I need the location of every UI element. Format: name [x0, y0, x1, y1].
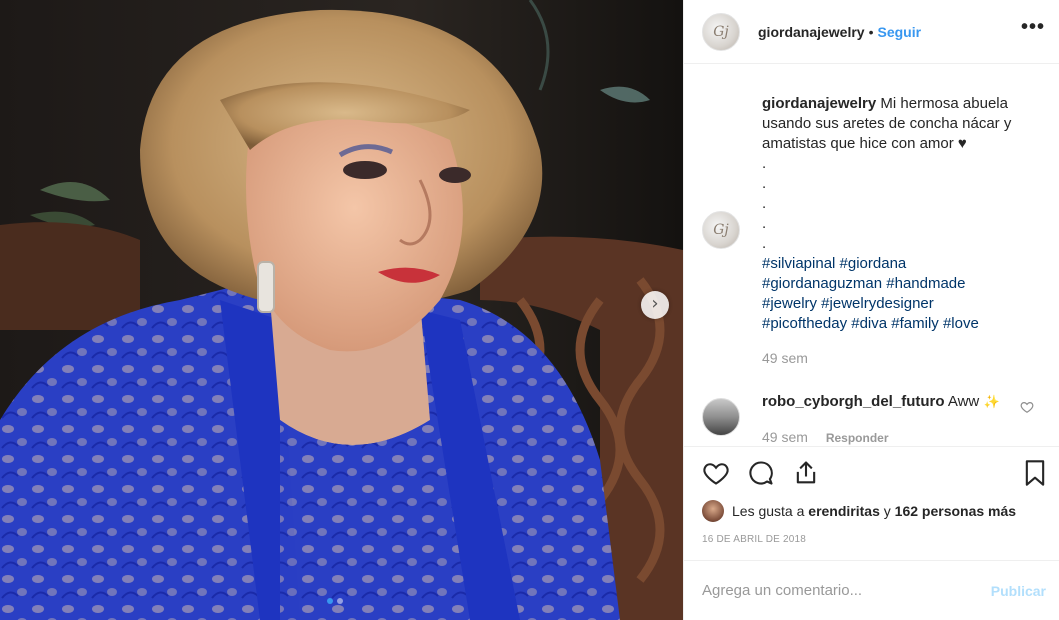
add-comment-bar: Agrega un comentario... Publicar	[684, 560, 1059, 620]
comments-section[interactable]: Gj giordanajewelry Mi hermosa abuela usa…	[684, 64, 1059, 446]
caption-timestamp: 49 sem	[762, 350, 808, 366]
post-details-panel: Gj giordanajewelry • Seguir ••• Gj giord…	[683, 0, 1059, 620]
reply-button[interactable]: Responder	[826, 431, 889, 445]
caption-username[interactable]: giordanajewelry	[762, 95, 876, 112]
comment-input[interactable]: Agrega un comentario...	[702, 582, 991, 599]
caption-dot: .	[762, 175, 767, 192]
carousel-dot	[337, 598, 343, 604]
caption-author-avatar[interactable]: Gj	[702, 211, 740, 249]
share-icon[interactable]	[792, 459, 820, 487]
save-bookmark-icon[interactable]	[1022, 459, 1048, 487]
carousel-next-button[interactable]: ›	[641, 291, 669, 319]
post-header: Gj giordanajewelry • Seguir •••	[684, 0, 1059, 64]
sparkles-icon: ✨	[983, 394, 1000, 409]
likes-connector: y	[883, 503, 891, 519]
likes-others-link[interactable]: 162 personas más	[895, 503, 1016, 519]
hashtags-line[interactable]: #jewelry #jewelrydesigner	[762, 294, 1042, 314]
hashtags-line[interactable]: #giordanaguzman #handmade	[762, 274, 1042, 294]
comment-meta: 49 sem Responder	[762, 429, 889, 445]
caption-dot: .	[762, 235, 767, 252]
likes-summary: Les gusta a erendiritas y 162 personas m…	[702, 500, 1016, 522]
post-date: 16 DE ABRIL DE 2018	[702, 534, 807, 545]
hashtags-line[interactable]: #silviapinal #giordana	[762, 254, 1042, 274]
comment: robo_cyborgh_del_futuro Aww ✨	[762, 393, 1000, 410]
carousel-indicator	[327, 598, 343, 604]
author-username[interactable]: giordanajewelry	[758, 24, 865, 40]
publish-button[interactable]: Publicar	[991, 583, 1046, 599]
comment-text: Aww	[947, 393, 980, 410]
follow-button[interactable]: Seguir	[878, 24, 922, 40]
author-avatar[interactable]: Gj	[702, 12, 740, 51]
liker-avatar[interactable]	[702, 500, 724, 522]
chevron-right-icon: ›	[651, 293, 659, 314]
action-bar	[684, 446, 1059, 500]
liker-username[interactable]: erendiritas	[808, 503, 880, 519]
post-caption: giordanajewelry Mi hermosa abuela usando…	[762, 94, 1042, 334]
caption-dot: .	[762, 155, 767, 172]
likes-prefix: Les gusta a	[732, 503, 805, 519]
caption-dot: .	[762, 215, 767, 232]
carousel-dot-active	[327, 598, 333, 604]
caption-dot: .	[762, 195, 767, 212]
comment-timestamp: 49 sem	[762, 429, 808, 445]
post-photo[interactable]: ›	[0, 0, 683, 620]
photo-woman-portrait	[0, 0, 683, 620]
like-comment-heart-icon[interactable]	[1020, 400, 1034, 414]
more-options-icon[interactable]: •••	[1021, 16, 1045, 39]
hashtags-line[interactable]: #picoftheday #diva #family #love	[762, 314, 1042, 334]
commenter-username[interactable]: robo_cyborgh_del_futuro	[762, 393, 945, 410]
comment-bubble-icon[interactable]	[747, 459, 775, 487]
commenter-avatar[interactable]	[702, 398, 740, 436]
like-heart-icon[interactable]	[702, 459, 730, 487]
header-separator: •	[868, 23, 874, 40]
